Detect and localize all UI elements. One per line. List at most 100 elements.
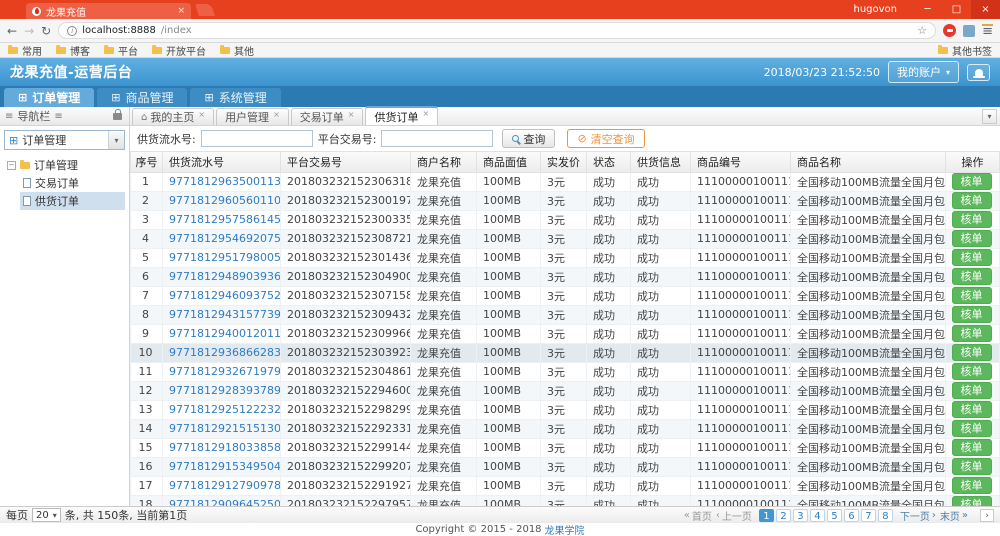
supply-no-link-text[interactable]: 977181291803385857 — [169, 441, 280, 454]
extension-icon[interactable] — [963, 24, 976, 37]
supply-no-link-text[interactable]: 977181291534950401 — [169, 460, 280, 473]
browser-profile-name[interactable]: hugovon — [853, 4, 897, 15]
tab-close-icon[interactable]: × — [177, 6, 185, 16]
supply-no-link-text[interactable]: 977181292151513089 — [169, 422, 280, 435]
page-number-button[interactable]: 4 — [809, 508, 825, 522]
first-page-button[interactable]: « 首页 — [684, 508, 712, 523]
tab-close-icon[interactable]: × — [348, 110, 355, 119]
verify-order-button[interactable]: 核单 — [951, 287, 992, 304]
tab-overflow-chevron-icon[interactable]: ▾ — [982, 109, 997, 124]
page-number-button[interactable]: 5 — [826, 508, 842, 522]
address-bar[interactable]: i localhost:8888 /index ☆ — [58, 22, 937, 39]
verify-order-button[interactable]: 核单 — [951, 249, 992, 266]
query-button[interactable]: 查询 — [502, 129, 556, 148]
other-bookmarks[interactable]: 其他书签 — [938, 43, 992, 58]
supply-no-link[interactable]: 977181291534950401 — [162, 456, 281, 477]
supply-no-link-text[interactable]: 977181295469207554 — [169, 232, 280, 245]
bookmark-item[interactable]: 平台 — [104, 43, 138, 58]
supply-no-link[interactable]: 977181296056011014 — [162, 190, 281, 211]
page-number-button[interactable]: 8 — [877, 508, 893, 522]
supply-no-link[interactable]: 977181293267197954 — [162, 361, 281, 382]
page-number-button[interactable]: 3 — [792, 508, 808, 522]
supply-no-link[interactable]: 977181293686628354 — [162, 342, 281, 363]
supply-no-link[interactable]: 977181291803385857 — [162, 437, 281, 458]
supply-no-link[interactable]: 977181296350011393 — [162, 171, 281, 192]
verify-order-button[interactable]: 核单 — [951, 496, 992, 506]
footer-link[interactable]: 龙果学院 — [545, 522, 585, 536]
bookmark-star-icon[interactable]: ☆ — [917, 24, 927, 37]
content-tab[interactable]: 供货订单 × — [365, 106, 439, 125]
per-page-select[interactable]: 20 ▾ — [32, 508, 61, 522]
tree-item[interactable]: 供货订单 — [20, 192, 125, 210]
supply-no-link[interactable]: 977181292512223233 — [162, 399, 281, 420]
minimize-button[interactable]: ─ — [913, 0, 942, 19]
supply-no-link-text[interactable]: 977181294001201153 — [169, 327, 280, 340]
verify-order-button[interactable]: 核单 — [951, 230, 992, 247]
notifications-button[interactable] — [967, 63, 990, 81]
verify-order-button[interactable]: 核单 — [951, 344, 992, 361]
close-button[interactable]: × — [971, 0, 1000, 19]
last-page-button[interactable]: 末页 » — [940, 508, 968, 523]
refresh-icon[interactable]: ↻ — [41, 24, 51, 38]
page-info-icon[interactable]: i — [67, 25, 78, 36]
page-number-button[interactable]: 6 — [843, 508, 859, 522]
tree-item[interactable]: 交易订单 — [20, 174, 125, 192]
verify-order-button[interactable]: 核单 — [951, 173, 992, 190]
verify-order-button[interactable]: 核单 — [951, 211, 992, 228]
bookmark-item[interactable]: 常用 — [8, 43, 42, 58]
supply-no-link-text[interactable]: 977181294890393602 — [169, 270, 280, 283]
tab-close-icon[interactable]: × — [198, 110, 205, 119]
verify-order-button[interactable]: 核单 — [951, 401, 992, 418]
back-icon[interactable]: ← — [7, 24, 17, 38]
supply-no-link[interactable]: 977181294001201153 — [162, 323, 281, 344]
page-number-button[interactable]: 7 — [860, 508, 876, 522]
browser-tab[interactable]: 龙果充值 × — [26, 3, 191, 19]
supply-no-link[interactable]: 977181294609375233 — [162, 285, 281, 306]
supply-no-link-text[interactable]: 977181294609375233 — [169, 289, 280, 302]
content-tab[interactable]: 交易订单 × — [290, 108, 364, 125]
supply-no-link[interactable]: 977181292839378945 — [162, 380, 281, 401]
module-tab[interactable]: ⊞ 商品管理 — [97, 88, 188, 107]
next-page-button[interactable]: 下一页 › — [900, 508, 936, 523]
supply-no-link-text[interactable]: 977181294315773954 — [169, 308, 280, 321]
supply-no-link-text[interactable]: 977181293686628354 — [169, 346, 280, 359]
supply-no-link-text[interactable]: 977181292512223233 — [169, 403, 280, 416]
tree-root[interactable]: − 订单管理 — [4, 156, 125, 174]
verify-order-button[interactable]: 核单 — [951, 458, 992, 475]
supply-no-link-text[interactable]: 977181295758614529 — [169, 213, 280, 226]
bookmark-item[interactable]: 其他 — [220, 43, 254, 58]
supply-no-link[interactable]: 977181294315773954 — [162, 304, 281, 325]
browser-menu-icon[interactable]: ≡ — [982, 24, 993, 38]
trade-no-input[interactable] — [381, 130, 494, 147]
adblock-extension-icon[interactable] — [943, 24, 957, 37]
verify-order-button[interactable]: 核单 — [951, 306, 992, 323]
supply-no-link-text[interactable]: 977181296056011014 — [169, 194, 280, 207]
supply-no-link[interactable]: 977181295469207554 — [162, 228, 281, 249]
supply-no-link-text[interactable]: 977181291279097858 — [169, 479, 280, 492]
forward-icon[interactable]: → — [24, 24, 34, 38]
verify-order-button[interactable]: 核单 — [951, 363, 992, 380]
verify-order-button[interactable]: 核单 — [951, 477, 992, 494]
collapse-icon[interactable]: − — [7, 160, 16, 170]
module-tab[interactable]: ⊞ 系统管理 — [190, 88, 281, 107]
module-tab[interactable]: ⊞ 订单管理 — [4, 88, 95, 107]
supply-no-link-text[interactable]: 977181293267197954 — [169, 365, 280, 378]
supply-no-link[interactable]: 977181294890393602 — [162, 266, 281, 287]
supply-no-link[interactable]: 977181295179800578 — [162, 247, 281, 268]
new-tab-button[interactable] — [195, 4, 215, 16]
tab-close-icon[interactable]: × — [422, 109, 429, 118]
content-tab[interactable]: 用户管理 × — [216, 108, 289, 125]
supply-no-link[interactable]: 977181291279097858 — [162, 475, 281, 496]
page-number-button[interactable]: 2 — [775, 508, 791, 522]
module-select[interactable]: ⊞ 订单管理 ▾ — [4, 130, 125, 150]
verify-order-button[interactable]: 核单 — [951, 439, 992, 456]
page-number-button[interactable]: 1 — [758, 508, 774, 522]
clear-query-button[interactable]: ⊘ 清空查询 — [567, 129, 645, 148]
supply-no-link[interactable]: 977181295758614529 — [162, 209, 281, 230]
tab-close-icon[interactable]: × — [273, 110, 280, 119]
supply-no-link-text[interactable]: 977181290964525058 — [169, 498, 280, 506]
supply-no-input[interactable] — [200, 130, 313, 147]
bookmark-item[interactable]: 开放平台 — [152, 43, 206, 58]
account-menu-button[interactable]: 我的账户 ▾ — [887, 61, 959, 83]
verify-order-button[interactable]: 核单 — [951, 420, 992, 437]
